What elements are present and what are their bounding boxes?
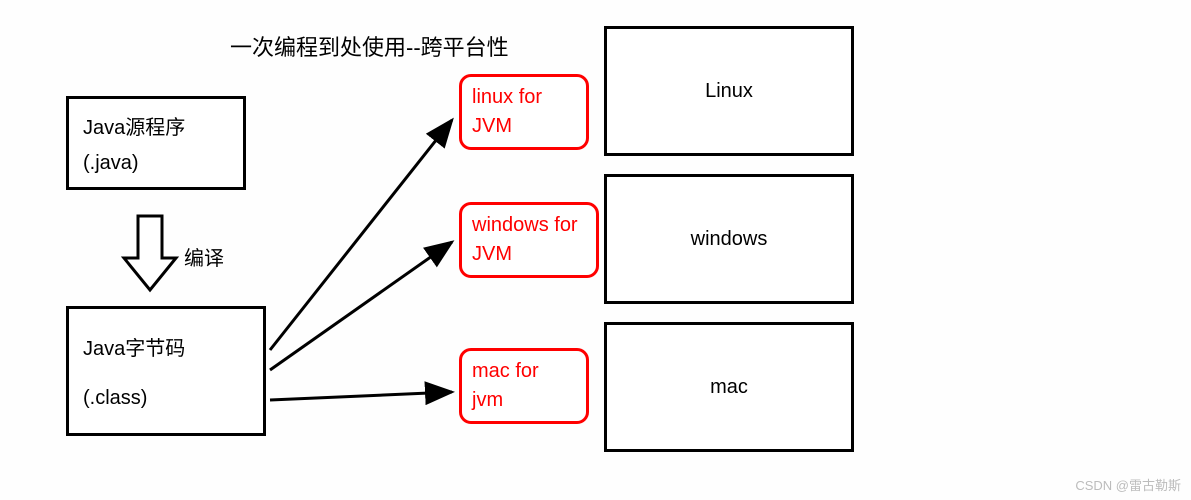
jvm-windows-line2: JVM (472, 243, 586, 266)
jvm-mac-line2: jvm (472, 389, 576, 412)
jvm-box-linux: linux for JVM (459, 74, 589, 150)
bytecode-line1: Java字节码 (83, 332, 249, 361)
java-source-box: Java源程序 (.java) (66, 96, 246, 190)
compile-arrow-icon (124, 216, 176, 290)
watermark: CSDN @雷古勒斯 (1075, 475, 1181, 494)
compile-label: 编译 (184, 242, 224, 271)
arrow-to-windows-icon (270, 242, 452, 370)
platform-box-windows: windows (604, 174, 854, 304)
platform-linux-label: Linux (705, 80, 753, 103)
platform-windows-label: windows (691, 228, 768, 251)
jvm-mac-line1: mac for (472, 360, 576, 383)
platform-box-linux: Linux (604, 26, 854, 156)
diagram-title: 一次编程到处使用--跨平台性 (230, 30, 509, 62)
jvm-linux-line1: linux for (472, 86, 576, 109)
jvm-box-windows: windows for JVM (459, 202, 599, 278)
jvm-linux-line2: JVM (472, 115, 576, 138)
java-source-line1: Java源程序 (83, 111, 229, 140)
arrow-to-linux-icon (270, 120, 452, 350)
bytecode-line2: (.class) (83, 387, 249, 410)
bytecode-box: Java字节码 (.class) (66, 306, 266, 436)
platform-mac-label: mac (710, 376, 748, 399)
arrow-to-mac-icon (270, 392, 452, 400)
platform-box-mac: mac (604, 322, 854, 452)
jvm-box-mac: mac for jvm (459, 348, 589, 424)
java-source-line2: (.java) (83, 152, 229, 175)
jvm-windows-line1: windows for (472, 214, 586, 237)
